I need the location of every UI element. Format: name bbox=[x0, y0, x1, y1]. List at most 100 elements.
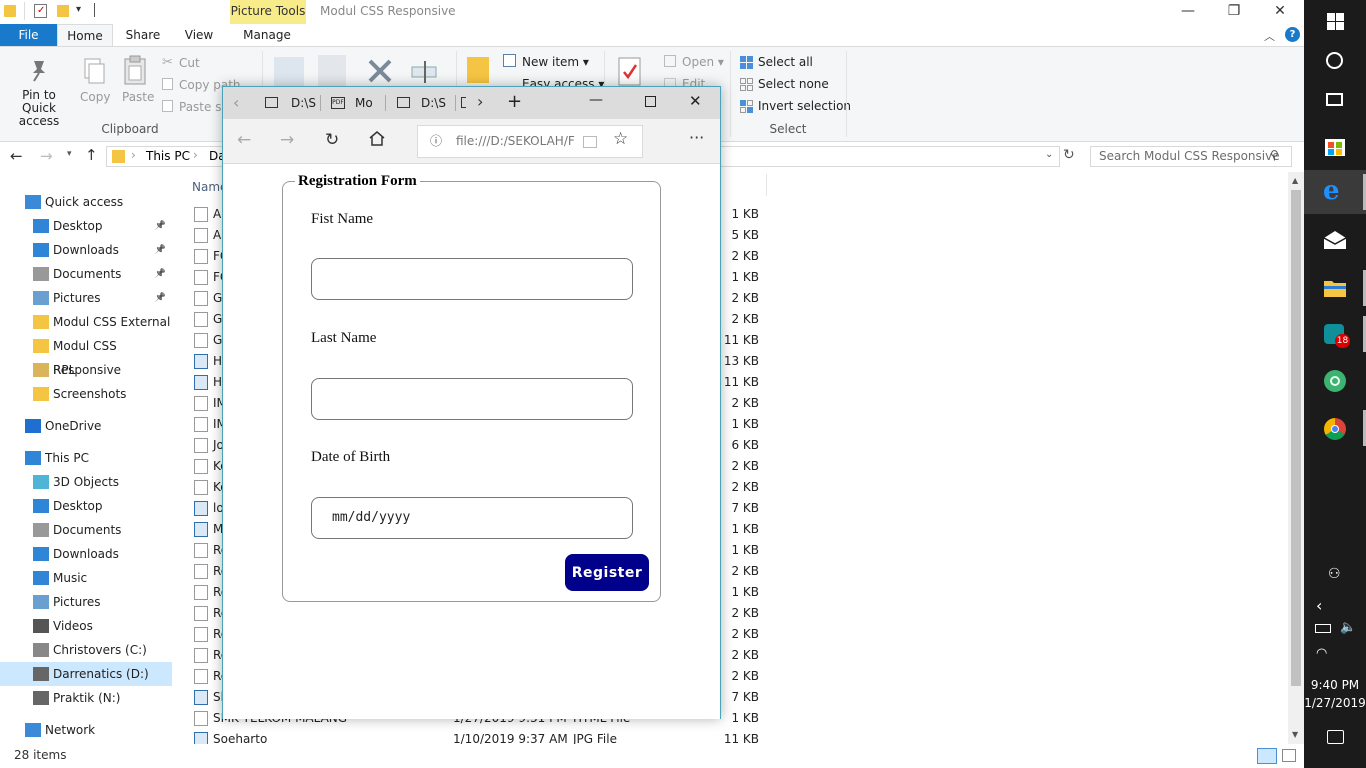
nav-item[interactable]: This PC bbox=[0, 446, 172, 470]
back-arrow-icon[interactable]: ← bbox=[237, 130, 251, 150]
nav-item[interactable]: OneDrive bbox=[0, 414, 172, 438]
new-folder-large-icon[interactable] bbox=[467, 57, 489, 83]
tab-home[interactable]: Home bbox=[57, 24, 113, 46]
pin-to-quick-access-button[interactable]: Pin to Quick access bbox=[4, 89, 74, 128]
chrome-icon[interactable] bbox=[1304, 406, 1366, 450]
cut-button[interactable]: Cut bbox=[179, 56, 200, 70]
nav-item[interactable]: Praktik (N:) bbox=[0, 686, 172, 710]
minimize-button[interactable]: — bbox=[1165, 0, 1211, 24]
scroll-thumb[interactable] bbox=[1291, 190, 1301, 686]
breadcrumb-this-pc[interactable]: This PC bbox=[146, 149, 190, 163]
help-icon[interactable]: ? bbox=[1285, 27, 1300, 42]
page-icon[interactable] bbox=[461, 97, 466, 108]
move-to-icon[interactable] bbox=[274, 57, 304, 87]
address-dropdown-icon[interactable]: ⌄ bbox=[1045, 149, 1053, 160]
wifi-icon[interactable]: ◠ bbox=[1316, 646, 1327, 661]
mail-icon[interactable] bbox=[1304, 218, 1366, 262]
maximize-button[interactable]: ❐ bbox=[1211, 0, 1257, 24]
store-icon[interactable] bbox=[1304, 124, 1366, 168]
delete-icon[interactable] bbox=[366, 57, 394, 85]
clock-date[interactable]: 1/27/2019 bbox=[1304, 696, 1366, 710]
nav-item[interactable]: Desktop bbox=[0, 494, 172, 518]
select-all-button[interactable]: Select all bbox=[758, 55, 813, 69]
date-of-birth-input[interactable]: mm/dd/yyyy bbox=[311, 497, 633, 539]
home-icon[interactable] bbox=[369, 131, 385, 146]
nav-item[interactable]: Downloads 📌 bbox=[0, 238, 172, 262]
file-explorer-taskbar-icon[interactable] bbox=[1304, 266, 1366, 310]
search-input[interactable]: Search Modul CSS Responsive bbox=[1090, 146, 1292, 167]
nav-item[interactable]: Screenshots bbox=[0, 382, 172, 406]
details-view-icon[interactable] bbox=[1257, 748, 1277, 764]
reading-view-icon[interactable] bbox=[583, 136, 597, 148]
invert-selection-button[interactable]: Invert selection bbox=[758, 99, 851, 113]
nav-item[interactable]: Pictures 📌 bbox=[0, 286, 172, 310]
file-list-scrollbar[interactable]: ▲ ▼ bbox=[1288, 172, 1304, 744]
copy-button[interactable]: Copy bbox=[80, 90, 110, 104]
nav-item[interactable]: Downloads bbox=[0, 542, 172, 566]
atom-icon[interactable] bbox=[1304, 358, 1366, 402]
nav-item[interactable]: Quick access bbox=[0, 190, 172, 214]
edge-close-button[interactable]: ✕ bbox=[689, 92, 702, 110]
favorite-star-icon[interactable]: ☆ bbox=[613, 129, 628, 149]
scroll-tabs-left-icon[interactable]: ‹ bbox=[233, 93, 239, 112]
show-hidden-icons-chevron-icon[interactable]: ‹ bbox=[1316, 596, 1322, 615]
task-view-icon[interactable] bbox=[1304, 78, 1366, 122]
copy-to-icon[interactable] bbox=[318, 55, 346, 87]
browser-tab-3[interactable]: D:\S bbox=[391, 87, 451, 119]
forward-arrow-icon[interactable]: → bbox=[40, 147, 53, 165]
select-none-button[interactable]: Select none bbox=[758, 77, 829, 91]
refresh-icon[interactable]: ↻ bbox=[1063, 147, 1075, 163]
last-name-input[interactable] bbox=[311, 378, 633, 420]
url-bar[interactable]: ⓘ file:///D:/SEKOLAH/F bbox=[417, 125, 643, 158]
tab-share[interactable]: Share bbox=[118, 24, 168, 46]
people-icon[interactable]: ⚇ bbox=[1328, 566, 1341, 582]
nav-item[interactable]: Videos bbox=[0, 614, 172, 638]
browser-tab-2[interactable]: PDF Mo bbox=[325, 87, 385, 119]
paste-button[interactable]: Paste bbox=[122, 90, 154, 104]
nav-item[interactable]: Documents 📌 bbox=[0, 262, 172, 286]
scroll-tabs-right-icon[interactable]: › bbox=[477, 92, 483, 111]
new-item-button[interactable]: New item ▾ bbox=[522, 55, 589, 69]
edge-maximize-button[interactable] bbox=[645, 96, 656, 107]
back-arrow-icon[interactable]: ← bbox=[10, 147, 23, 165]
large-icons-view-icon[interactable] bbox=[1282, 749, 1296, 762]
action-center-icon[interactable] bbox=[1327, 730, 1344, 744]
recent-locations-chevron-icon[interactable]: ▾ bbox=[67, 149, 72, 159]
open-button[interactable]: Open ▾ bbox=[682, 55, 724, 69]
scroll-down-icon[interactable]: ▼ bbox=[1292, 730, 1298, 739]
nav-item[interactable]: 3D Objects bbox=[0, 470, 172, 494]
scroll-up-icon[interactable]: ▲ bbox=[1292, 176, 1298, 185]
nav-item[interactable]: Christovers (C:) bbox=[0, 638, 172, 662]
edge-minimize-button[interactable]: — bbox=[589, 92, 603, 108]
collapse-ribbon-icon[interactable]: ︿ bbox=[1264, 28, 1275, 44]
properties-icon[interactable]: ✓ bbox=[34, 4, 47, 18]
register-button[interactable]: Register bbox=[565, 554, 649, 591]
nav-item[interactable]: Modul CSS External bbox=[0, 310, 172, 334]
nav-item[interactable]: Music bbox=[0, 566, 172, 590]
volume-icon[interactable]: 🔈 bbox=[1340, 620, 1356, 635]
nav-item[interactable]: Pictures bbox=[0, 590, 172, 614]
close-button[interactable]: ✕ bbox=[1257, 0, 1303, 24]
whatsapp-icon[interactable]: 18 bbox=[1304, 312, 1366, 356]
refresh-icon[interactable]: ↻ bbox=[325, 130, 339, 150]
info-icon[interactable]: ⓘ bbox=[430, 126, 442, 157]
rename-icon[interactable] bbox=[410, 59, 440, 85]
up-arrow-icon[interactable]: ↑ bbox=[85, 146, 98, 164]
more-menu-button[interactable]: ··· bbox=[689, 128, 704, 147]
tab-file[interactable]: File bbox=[0, 24, 57, 46]
edge-taskbar-icon[interactable]: e bbox=[1304, 170, 1366, 214]
tab-manage[interactable]: Manage bbox=[232, 24, 302, 46]
new-tab-plus-icon[interactable]: + bbox=[507, 91, 522, 112]
first-name-input[interactable] bbox=[311, 258, 633, 300]
nav-item[interactable]: Darrenatics (D:) bbox=[0, 662, 172, 686]
nav-item[interactable]: RPL bbox=[0, 358, 172, 382]
clock-time[interactable]: 9:40 PM bbox=[1304, 678, 1366, 692]
forward-arrow-icon[interactable]: → bbox=[280, 130, 294, 150]
nav-item[interactable]: Desktop 📌 bbox=[0, 214, 172, 238]
nav-item[interactable]: Modul CSS Responsive bbox=[0, 334, 172, 377]
properties-large-icon[interactable] bbox=[618, 57, 642, 87]
nav-item[interactable]: Network bbox=[0, 718, 172, 742]
battery-icon[interactable] bbox=[1315, 624, 1331, 633]
nav-item[interactable]: Documents bbox=[0, 518, 172, 542]
new-folder-icon[interactable] bbox=[57, 5, 69, 17]
